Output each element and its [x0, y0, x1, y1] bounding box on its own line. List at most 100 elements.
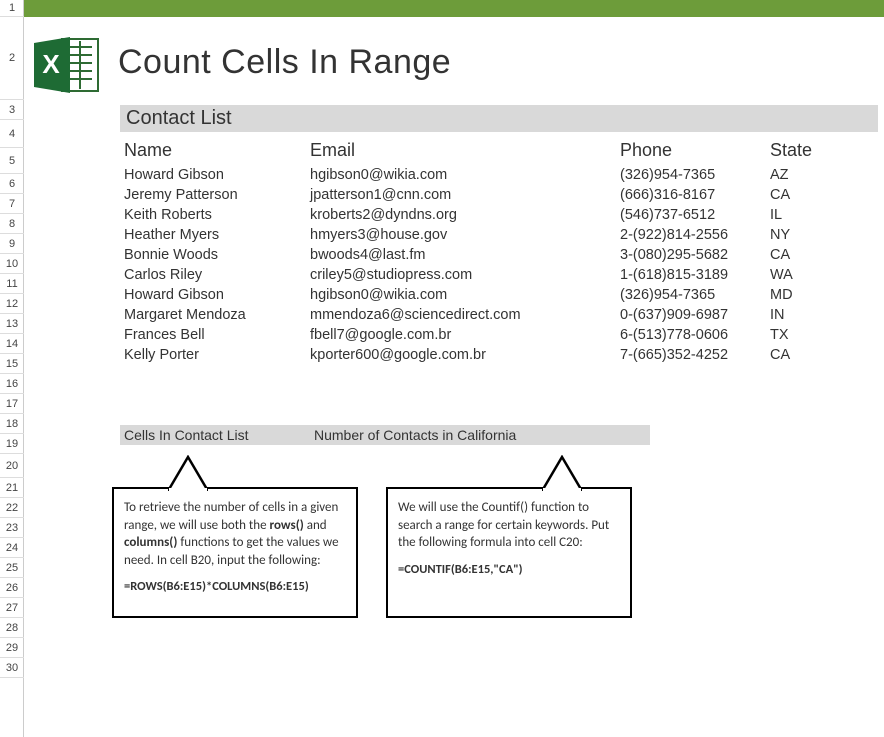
- section-heading: Contact List: [120, 105, 878, 132]
- row-number[interactable]: 1: [0, 0, 24, 17]
- cell-phone[interactable]: (326)954-7365: [620, 285, 770, 305]
- callout-formula: =COUNTIF(B6:E15,"CA"): [398, 562, 620, 579]
- row-number[interactable]: 30: [0, 658, 24, 678]
- row-number[interactable]: 3: [0, 100, 24, 120]
- row-number[interactable]: 21: [0, 478, 24, 498]
- cell-name[interactable]: Margaret Mendoza: [120, 305, 310, 325]
- contacts-in-ca-label[interactable]: Number of Contacts in California: [310, 425, 650, 445]
- row-number[interactable]: 27: [0, 598, 24, 618]
- cell-phone[interactable]: (666)316-8167: [620, 185, 770, 205]
- cell-state[interactable]: CA: [770, 185, 840, 205]
- callout-formula: =ROWS(B6:E15)*COLUMNS(B6:E15): [124, 579, 346, 596]
- cell-phone[interactable]: (326)954-7365: [620, 165, 770, 185]
- row-number[interactable]: 14: [0, 334, 24, 354]
- cell-email[interactable]: kroberts2@dyndns.org: [310, 205, 620, 225]
- cell-email[interactable]: kporter600@google.com.br: [310, 345, 620, 365]
- cell-state[interactable]: AZ: [770, 165, 840, 185]
- cell-phone[interactable]: 2-(922)814-2556: [620, 225, 770, 245]
- cell-name[interactable]: Howard Gibson: [120, 285, 310, 305]
- row-number[interactable]: 29: [0, 638, 24, 658]
- col-header-email[interactable]: Email: [310, 140, 620, 161]
- row-number[interactable]: 7: [0, 194, 24, 214]
- table-row: Frances Bellfbell7@google.com.br6-(513)7…: [120, 325, 878, 345]
- cell-state[interactable]: NY: [770, 225, 840, 245]
- table-row: Carlos Rileycriley5@studiopress.com1-(61…: [120, 265, 878, 285]
- row-number[interactable]: 24: [0, 538, 24, 558]
- row-number[interactable]: 17: [0, 394, 24, 414]
- cell-state[interactable]: IL: [770, 205, 840, 225]
- row-number-gutter: 1234567891011121314151617181920212223242…: [0, 0, 24, 737]
- cell-email[interactable]: jpatterson1@cnn.com: [310, 185, 620, 205]
- row-number[interactable]: 13: [0, 314, 24, 334]
- cell-state[interactable]: CA: [770, 345, 840, 365]
- cell-name[interactable]: Carlos Riley: [120, 265, 310, 285]
- row-number[interactable]: 18: [0, 414, 24, 434]
- callout-cells-count: To retrieve the number of cells in a giv…: [112, 487, 358, 618]
- cell-email[interactable]: mmendoza6@sciencedirect.com: [310, 305, 620, 325]
- row-number[interactable]: 23: [0, 518, 24, 538]
- row-number[interactable]: 9: [0, 234, 24, 254]
- cell-phone[interactable]: (546)737-6512: [620, 205, 770, 225]
- cell-phone[interactable]: 0-(637)909-6987: [620, 305, 770, 325]
- row-number[interactable]: 28: [0, 618, 24, 638]
- row-number[interactable]: 4: [0, 120, 24, 148]
- row-number[interactable]: 12: [0, 294, 24, 314]
- cell-state[interactable]: WA: [770, 265, 840, 285]
- cells-in-list-label[interactable]: Cells In Contact List: [120, 425, 310, 445]
- row-number[interactable]: 15: [0, 354, 24, 374]
- cell-state[interactable]: CA: [770, 245, 840, 265]
- cell-email[interactable]: hmyers3@house.gov: [310, 225, 620, 245]
- col-header-name[interactable]: Name: [120, 140, 310, 161]
- callout-text: We will use the Countif() function to se…: [398, 499, 620, 552]
- table-row: Margaret Mendozammendoza6@sciencedirect.…: [120, 305, 878, 325]
- col-header-phone[interactable]: Phone: [620, 140, 770, 161]
- cell-phone[interactable]: 6-(513)778-0606: [620, 325, 770, 345]
- cell-phone[interactable]: 7-(665)352-4252: [620, 345, 770, 365]
- row-number[interactable]: 2: [0, 17, 24, 100]
- row-number[interactable]: 22: [0, 498, 24, 518]
- table-row: Heather Myershmyers3@house.gov2-(922)814…: [120, 225, 878, 245]
- cell-name[interactable]: Jeremy Patterson: [120, 185, 310, 205]
- row-number[interactable]: 26: [0, 578, 24, 598]
- cell-email[interactable]: hgibson0@wikia.com: [310, 285, 620, 305]
- green-header-bar: [24, 0, 884, 17]
- row-number[interactable]: 25: [0, 558, 24, 578]
- contact-table: Name Email Phone State Howard Gibsonhgib…: [120, 138, 878, 365]
- row-number[interactable]: 16: [0, 374, 24, 394]
- callout-countif: We will use the Countif() function to se…: [386, 487, 632, 618]
- row-number[interactable]: 8: [0, 214, 24, 234]
- page-title: Count Cells In Range: [118, 43, 451, 88]
- cell-phone[interactable]: 3-(080)295-5682: [620, 245, 770, 265]
- row-number[interactable]: 11: [0, 274, 24, 294]
- row-number[interactable]: 10: [0, 254, 24, 274]
- cell-name[interactable]: Keith Roberts: [120, 205, 310, 225]
- cell-email[interactable]: criley5@studiopress.com: [310, 265, 620, 285]
- table-row: Jeremy Pattersonjpatterson1@cnn.com(666)…: [120, 185, 878, 205]
- cell-email[interactable]: bwoods4@last.fm: [310, 245, 620, 265]
- cell-email[interactable]: hgibson0@wikia.com: [310, 165, 620, 185]
- cell-state[interactable]: TX: [770, 325, 840, 345]
- cell-name[interactable]: Bonnie Woods: [120, 245, 310, 265]
- row-number[interactable]: 20: [0, 454, 24, 478]
- callout-text: To retrieve the number of cells in a giv…: [124, 499, 346, 569]
- row-number[interactable]: 5: [0, 148, 24, 174]
- row-number[interactable]: 19: [0, 434, 24, 454]
- cell-name[interactable]: Heather Myers: [120, 225, 310, 245]
- row-number[interactable]: 6: [0, 174, 24, 194]
- cell-name[interactable]: Kelly Porter: [120, 345, 310, 365]
- svg-text:X: X: [42, 49, 60, 79]
- cell-phone[interactable]: 1-(618)815-3189: [620, 265, 770, 285]
- excel-icon: X: [32, 35, 102, 95]
- table-row: Bonnie Woodsbwoods4@last.fm3-(080)295-56…: [120, 245, 878, 265]
- cell-state[interactable]: MD: [770, 285, 840, 305]
- col-header-state[interactable]: State: [770, 140, 840, 161]
- cell-name[interactable]: Frances Bell: [120, 325, 310, 345]
- title-area: X Count Cells In Range: [24, 17, 884, 105]
- cell-email[interactable]: fbell7@google.com.br: [310, 325, 620, 345]
- table-row: Howard Gibsonhgibson0@wikia.com(326)954-…: [120, 165, 878, 185]
- callout-pointer-icon: [542, 455, 582, 491]
- table-row: Kelly Porterkporter600@google.com.br7-(6…: [120, 345, 878, 365]
- summary-row: Cells In Contact List Number of Contacts…: [120, 425, 884, 445]
- cell-state[interactable]: IN: [770, 305, 840, 325]
- cell-name[interactable]: Howard Gibson: [120, 165, 310, 185]
